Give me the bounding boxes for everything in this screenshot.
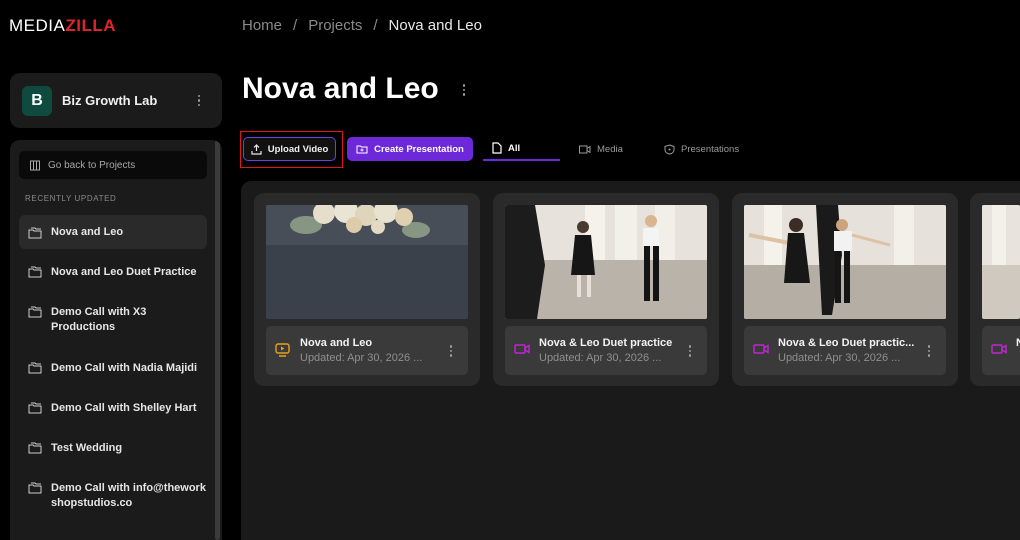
card-title: Nova & Leo Duet practic... (778, 337, 915, 349)
app-logo[interactable]: MEDIAZILLA (9, 16, 116, 36)
upload-video-button[interactable]: Upload Video (243, 137, 336, 161)
shield-icon (664, 143, 675, 155)
tab-all[interactable]: All (483, 137, 560, 161)
card-title: Nova & Leo Duet practice (539, 337, 673, 349)
sidebar-item-label: Demo Call with Nadia Majidi (51, 362, 198, 374)
building-icon (30, 160, 40, 171)
card-info: Nova & Leo Duet practice Updated: Apr 30… (505, 326, 707, 375)
sidebar-item-demo-call-workshop[interactable]: Demo Call with info@theworkshopstudios.c… (19, 481, 207, 511)
breadcrumb-current: Nova and Leo (388, 17, 482, 34)
upload-icon (251, 143, 262, 155)
sidebar: Go back to Projects RECENTLY UPDATED Nov… (10, 140, 222, 540)
folder-icon (28, 306, 42, 318)
breadcrumb-projects[interactable]: Projects (308, 17, 362, 34)
create-presentation-label: Create Presentation (374, 143, 464, 155)
tab-media-label: Media (597, 143, 623, 155)
sidebar-item-label: Nova and Leo Duet Practice (51, 266, 197, 278)
breadcrumb: Home / Projects / Nova and Leo (242, 17, 482, 34)
create-presentation-button[interactable]: Create Presentation (347, 137, 473, 161)
folder-icon (28, 227, 42, 238)
video-card[interactable]: Nova & Leo Duet practic... Updated: Apr … (732, 193, 958, 386)
card-title: Nova and Leo (300, 337, 373, 349)
sidebar-item-label: Nova and Leo (51, 225, 124, 238)
card-info: Nova & Leo Duet practic... Updated: Apr … (744, 326, 946, 375)
card-updated: Updated: Apr 30, 2026 ... (300, 352, 423, 364)
card-updated: Updated: Apr 30, 2026 ... (539, 352, 662, 364)
sidebar-item-label: Demo Call with X3 Productions (51, 306, 147, 333)
sidebar-item-label: Demo Call with info@theworkshopstudios.c… (51, 482, 206, 509)
video-camera-icon (579, 145, 591, 153)
sidebar-item-test-wedding[interactable]: Test Wedding (19, 441, 207, 456)
card-menu-icon[interactable] (924, 345, 934, 357)
folder-icon (28, 362, 42, 374)
tab-all-label: All (508, 142, 521, 154)
document-icon (492, 142, 502, 154)
upload-video-label: Upload Video (267, 143, 329, 155)
workspace-menu-icon[interactable] (194, 94, 204, 107)
video-icon (753, 344, 769, 354)
folder-icon (28, 402, 42, 414)
sidebar-item-nova-and-leo[interactable]: Nova and Leo (19, 215, 207, 249)
card-thumbnail (982, 205, 1020, 319)
back-to-projects-button[interactable]: Go back to Projects (19, 151, 207, 179)
workspace-avatar: B (22, 85, 52, 116)
breadcrumb-separator: / (293, 17, 298, 34)
card-thumbnail (744, 205, 946, 319)
card-thumbnail (505, 205, 707, 319)
card-info: N (982, 326, 1020, 375)
tab-presentations-label: Presentations (681, 143, 740, 155)
breadcrumb-separator: / (373, 17, 378, 34)
sidebar-item-demo-call-shelley[interactable]: Demo Call with Shelley Hart (19, 401, 207, 416)
workspace-name: Biz Growth Lab (62, 93, 158, 108)
video-icon (514, 344, 530, 354)
card-menu-icon[interactable] (446, 345, 456, 357)
video-icon (991, 344, 1007, 354)
folder-icon (28, 482, 42, 494)
tab-presentations[interactable]: Presentations (664, 137, 739, 161)
folder-plus-icon (356, 145, 368, 154)
logo-text-media: MEDIA (9, 16, 66, 35)
tab-media[interactable]: Media (579, 137, 623, 161)
presentation-icon (275, 343, 290, 357)
breadcrumb-home[interactable]: Home (242, 17, 282, 34)
sidebar-item-label: Test Wedding (51, 442, 123, 454)
video-card[interactable]: N (970, 193, 1020, 386)
card-title: N (1016, 337, 1020, 349)
sidebar-item-nova-and-leo-duet-practice[interactable]: Nova and Leo Duet Practice (19, 265, 207, 280)
card-thumbnail (266, 205, 468, 319)
back-to-projects-label: Go back to Projects (48, 159, 136, 171)
sidebar-item-demo-call-x3[interactable]: Demo Call with X3 Productions (19, 305, 207, 335)
card-updated: Updated: Apr 30, 2026 ... (778, 352, 901, 364)
logo-text-zilla: ZILLA (65, 16, 116, 35)
presentation-card[interactable]: Nova and Leo Updated: Apr 30, 2026 ... (254, 193, 480, 386)
project-menu-icon[interactable] (459, 84, 469, 96)
folder-icon (28, 442, 42, 454)
sidebar-scrollbar[interactable] (215, 140, 220, 540)
recently-updated-heading: RECENTLY UPDATED (25, 194, 117, 203)
folder-icon (28, 266, 42, 278)
page-title: Nova and Leo (242, 72, 439, 105)
card-info: Nova and Leo Updated: Apr 30, 2026 ... (266, 326, 468, 375)
sidebar-item-demo-call-nadia[interactable]: Demo Call with Nadia Majidi (19, 361, 207, 376)
workspace-switcher[interactable]: B Biz Growth Lab (10, 73, 222, 128)
sidebar-item-label: Demo Call with Shelley Hart (51, 402, 197, 414)
card-menu-icon[interactable] (685, 345, 695, 357)
video-card[interactable]: Nova & Leo Duet practice Updated: Apr 30… (493, 193, 719, 386)
